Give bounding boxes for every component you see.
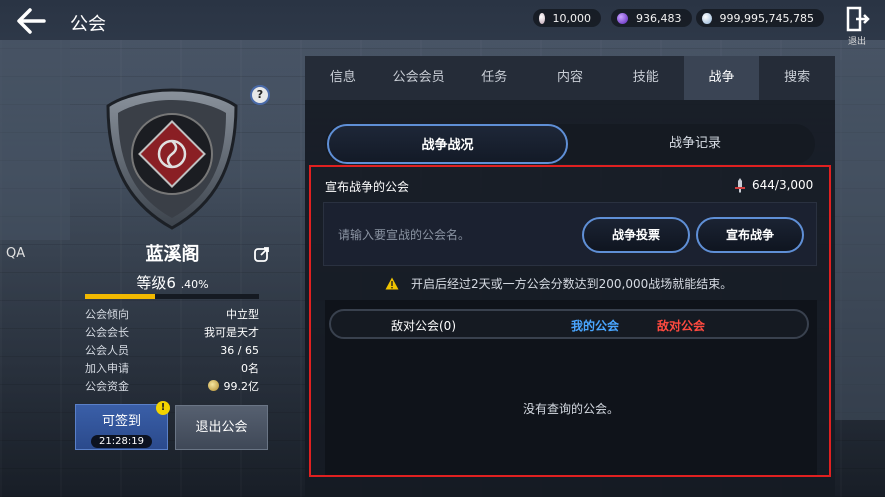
guild-info-row: 加入申请 0名	[85, 360, 259, 378]
info-value: 99.2亿	[207, 378, 260, 396]
tab-members[interactable]: 公会会员	[381, 56, 457, 100]
background-tower-left	[0, 40, 70, 240]
segment-war-status[interactable]: 战争战况	[327, 124, 568, 164]
guild-level-text: 等级6	[136, 274, 176, 292]
info-value: 36 / 65	[220, 344, 259, 357]
info-label: 公会资金	[85, 380, 129, 393]
tab-quests[interactable]: 任务	[456, 56, 532, 100]
currency-amethyst-value: 936,483	[636, 11, 682, 25]
pearl-icon	[539, 12, 545, 24]
guild-shield-icon	[106, 88, 238, 230]
top-bar: 公会 10,000 936,483 999,995,745,785 退出	[0, 0, 885, 47]
war-segment-control: 战争战况 战争记录	[325, 124, 815, 164]
back-arrow-icon[interactable]	[14, 6, 48, 36]
info-label: 加入申请	[85, 362, 129, 375]
exit-label: 退出	[847, 37, 866, 47]
info-label: 公会会长	[85, 326, 129, 339]
tab-content[interactable]: 内容	[532, 56, 608, 100]
info-value: 我可是天才	[204, 326, 259, 339]
diamond-icon	[702, 12, 712, 24]
guild-info-table: 公会倾向 中立型 公会会长 我可是天才 公会人员 36 / 65 加入申请 0名…	[85, 306, 259, 396]
guild-xp-fill	[85, 294, 155, 299]
check-in-label: 可签到	[101, 414, 141, 429]
help-icon[interactable]: ?	[250, 85, 270, 105]
enemy-guild-count-label: 敌对公会(0)	[391, 319, 456, 333]
empty-list-message: 没有查询的公会。	[522, 402, 619, 416]
share-icon[interactable]	[254, 246, 270, 262]
info-label: 公会人员	[85, 344, 129, 357]
guild-content-panel: 信息 公会会员 任务 内容 技能 战争 搜索 战争战况 战争记录 宣布战争的公会…	[305, 56, 835, 497]
war-count: 644/3,000	[733, 177, 813, 193]
check-in-button[interactable]: 可签到 21:28:19	[75, 404, 168, 450]
war-vote-button[interactable]: 战争投票	[582, 217, 690, 253]
war-count-value: 644/3,000	[752, 178, 814, 192]
info-value: 0名	[241, 362, 259, 375]
guild-funds-value: 99.2亿	[223, 380, 260, 393]
guild-name-input[interactable]	[336, 221, 590, 249]
currency-pearl-value: 10,000	[552, 11, 592, 25]
enemy-guild-list: 敌对公会(0) 我的公会 敌对公会 没有查询的公会。	[325, 300, 817, 475]
segment-war-record[interactable]: 战争记录	[575, 124, 815, 164]
war-rule-notice: 开启后经过2天或一方公会分数达到200,000战场就能结束。	[385, 275, 732, 292]
page-title: 公会	[70, 14, 106, 35]
gold-coin-icon	[207, 380, 219, 391]
check-in-timer: 21:28:19	[91, 435, 152, 448]
background-tower-right	[835, 60, 885, 420]
enemy-list-header: 敌对公会(0) 我的公会 敌对公会	[329, 309, 809, 339]
exit-button[interactable]: 退出	[843, 6, 871, 47]
my-guild-legend: 我的公会	[571, 319, 620, 333]
quit-guild-button[interactable]: 退出公会	[175, 405, 268, 450]
tab-search[interactable]: 搜索	[759, 56, 835, 100]
guild-info-row: 公会倾向 中立型	[85, 306, 259, 324]
info-label: 公会倾向	[85, 308, 129, 321]
guild-name: 蓝溪阁	[145, 244, 200, 265]
currency-diamond: 999,995,745,785	[696, 9, 824, 27]
tab-bar: 信息 公会会员 任务 内容 技能 战争 搜索	[305, 56, 835, 100]
notice-badge-icon: !	[156, 401, 170, 415]
declared-guilds-header: 宣布战争的公会	[325, 180, 410, 194]
currency-diamond-value: 999,995,745,785	[719, 11, 814, 25]
exit-door-icon	[846, 6, 870, 32]
guild-level-percent: .40%	[180, 278, 209, 291]
tab-war[interactable]: 战争	[683, 56, 760, 100]
guild-info-row: 公会资金 99.2亿	[85, 378, 259, 396]
info-value: 中立型	[226, 308, 259, 321]
sword-icon	[735, 178, 745, 193]
tab-info[interactable]: 信息	[305, 56, 381, 100]
guild-info-row: 公会会长 我可是天才	[85, 324, 259, 342]
guild-level: 等级6 .40%	[85, 272, 260, 293]
enemy-guild-legend: 敌对公会	[657, 319, 706, 333]
tab-skills[interactable]: 技能	[608, 56, 684, 100]
guild-emblem	[105, 86, 240, 231]
warning-icon	[385, 277, 399, 290]
declare-war-button[interactable]: 宣布战争	[696, 217, 804, 253]
warning-text: 开启后经过2天或一方公会分数达到200,000战场就能结束。	[411, 277, 733, 291]
guild-info-row: 公会人员 36 / 65	[85, 342, 259, 360]
side-label: QA	[6, 246, 26, 261]
currency-amethyst: 936,483	[611, 9, 692, 27]
amethyst-icon	[617, 12, 628, 24]
declare-war-search-area: 战争投票 宣布战争	[323, 202, 817, 266]
currency-pearl: 10,000	[533, 9, 601, 27]
guild-xp-bar	[85, 294, 259, 299]
